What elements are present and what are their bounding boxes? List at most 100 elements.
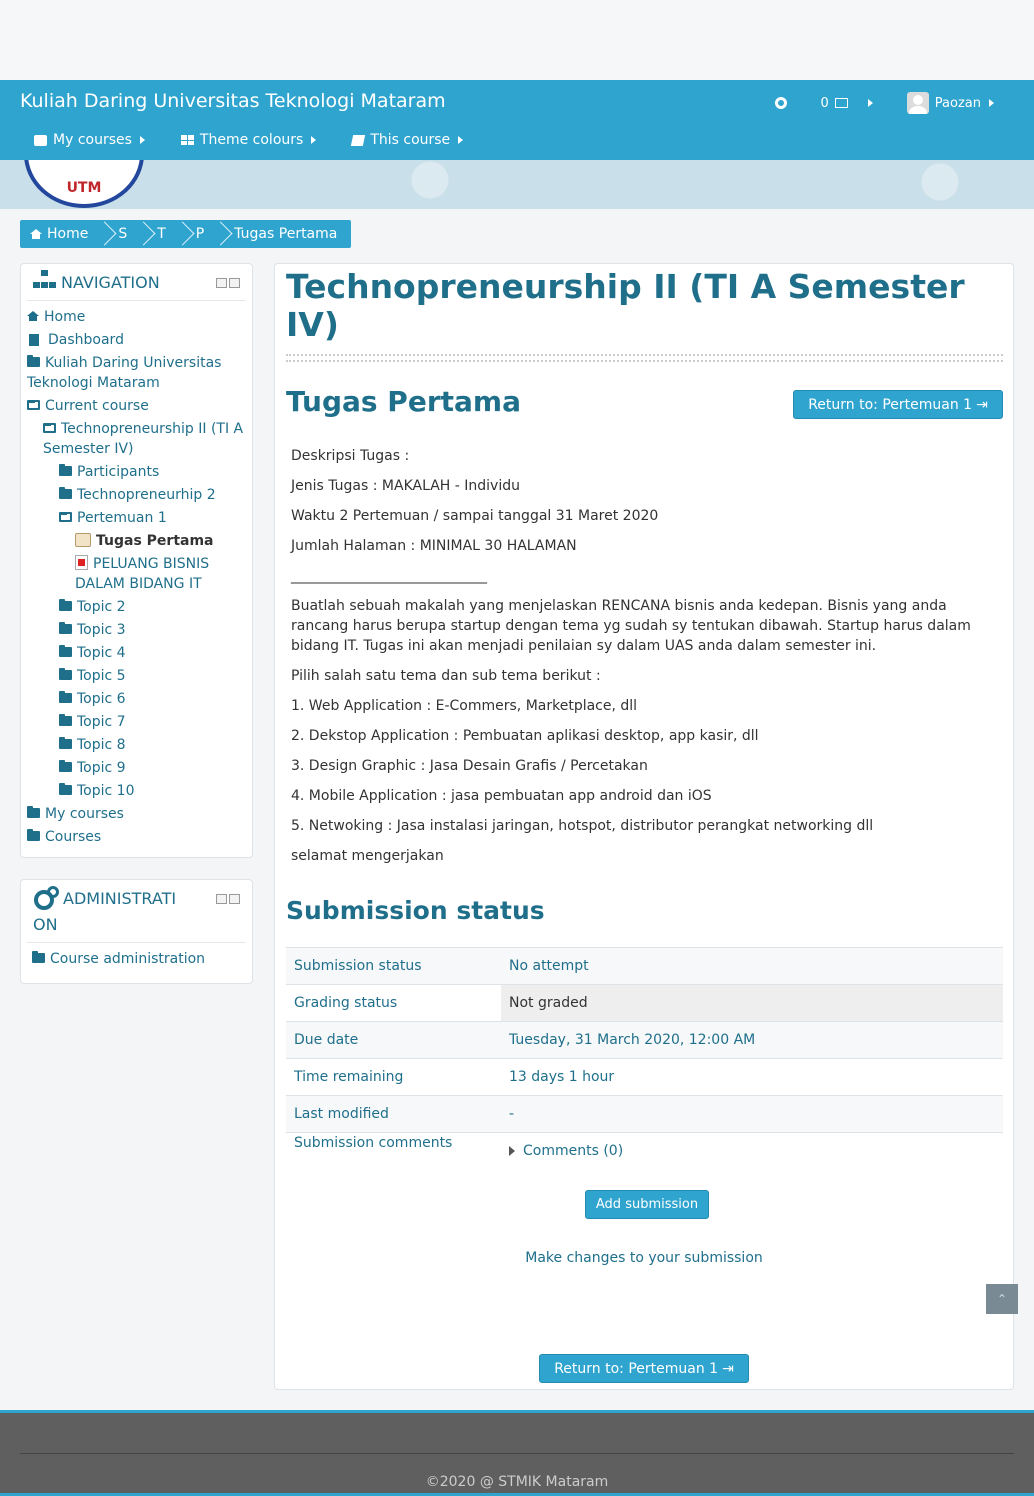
menu-theme-colours[interactable]: Theme colours <box>180 132 317 148</box>
menu-this-course[interactable]: This course <box>351 132 464 148</box>
collapse-block-icon[interactable] <box>216 894 227 904</box>
description-paragraph: selamat mengerjakan <box>291 848 444 864</box>
logo-text: UTM <box>66 180 102 196</box>
course-title: Technopreneurship II (TI A Semester IV) <box>286 267 965 344</box>
nav-topic-5[interactable]: Topic 5 <box>27 666 244 686</box>
messages-count: 0 <box>820 95 829 111</box>
user-menu[interactable]: Paozan <box>906 92 994 114</box>
nav-courses-label: Courses <box>45 829 102 845</box>
block-controls <box>216 278 240 288</box>
dock-block-icon[interactable] <box>229 894 240 904</box>
nav-my-courses[interactable]: My courses <box>27 804 244 824</box>
breadcrumb-p[interactable]: P <box>196 226 204 242</box>
nav-course-administration-label: Course administration <box>50 951 206 967</box>
caret-right-icon <box>458 136 464 144</box>
nav-tugas-pertama[interactable]: Tugas Pertama <box>27 531 244 551</box>
return-to-section-button-bottom[interactable]: Return to: Pertemuan 1 ⇥ <box>539 1354 749 1383</box>
nav-topic-9[interactable]: Topic 9 <box>27 758 244 778</box>
description-paragraph: 3. Design Graphic : Jasa Desain Grafis /… <box>291 758 648 774</box>
administration-block-title: ADMINISTRATI ON <box>33 886 216 938</box>
nav-participants[interactable]: Participants <box>27 462 244 482</box>
site-logo[interactable]: UTM <box>24 160 144 208</box>
navigation-block: NAVIGATION Home Dashboard Kuliah Daring … <box>20 263 253 858</box>
nav-topic-8[interactable]: Topic 8 <box>27 735 244 755</box>
nav-site[interactable]: Kuliah Daring Universitas Teknologi Mata… <box>27 353 244 393</box>
nav-topic-2[interactable]: Topic 2 <box>27 597 244 617</box>
nav-topic-label: Topic 8 <box>77 737 126 753</box>
sign-in-icon: ⇥ <box>976 396 988 413</box>
nav-peluang[interactable]: PELUANG BISNIS DALAM BIDANG IT <box>27 554 244 594</box>
nav-current-course[interactable]: Current course <box>27 396 244 416</box>
nav-topic-4[interactable]: Topic 4 <box>27 643 244 663</box>
navigation-tree: Home Dashboard Kuliah Daring Universitas… <box>21 301 252 860</box>
folder-icon <box>59 464 72 476</box>
table-row: Time remaining 13 days 1 hour <box>286 1058 1003 1096</box>
folder-icon <box>59 783 72 795</box>
description-paragraph: 2. Dekstop Application : Pembuatan aplik… <box>291 728 759 744</box>
folder-icon <box>27 806 40 818</box>
nav-topic-label: Topic 7 <box>77 714 126 730</box>
nav-topic-6[interactable]: Topic 6 <box>27 689 244 709</box>
row-value: - <box>501 1095 1003 1133</box>
pdf-icon <box>75 555 88 570</box>
chevron-up-icon: ⌃ <box>996 1292 1008 1306</box>
navigation-block-title: NAVIGATION <box>61 273 160 292</box>
caret-right-icon <box>989 99 994 107</box>
nav-course-administration[interactable]: Course administration <box>32 949 244 969</box>
footer-copyright: ©2020 @ STMIK Mataram <box>425 1474 609 1490</box>
nav-topic-10[interactable]: Topic 10 <box>27 781 244 801</box>
administration-tree: Course administration <box>21 943 252 982</box>
breadcrumb-separator <box>212 220 226 248</box>
nav-courses[interactable]: Courses <box>27 827 244 847</box>
row-label: Grading status <box>286 984 501 1022</box>
breadcrumb-home[interactable]: Home <box>30 226 88 242</box>
help-menu[interactable] <box>774 97 787 109</box>
menu-my-courses[interactable]: My courses <box>34 132 145 148</box>
nav-home-label: Home <box>44 309 86 325</box>
add-submission-button[interactable]: Add submission <box>585 1190 709 1219</box>
nav-technopreneurhip2[interactable]: Technopreneurhip 2 <box>27 485 244 505</box>
nav-topic-3[interactable]: Topic 3 <box>27 620 244 640</box>
description-paragraph: 5. Netwoking : Jasa instalasi jaringan, … <box>291 818 874 834</box>
nav-participants-label: Participants <box>77 464 160 480</box>
nav-topic-label: Topic 9 <box>77 760 126 776</box>
folder-icon <box>59 487 72 499</box>
user-name: Paozan <box>934 95 981 111</box>
nav-technopreneurhip2-label: Technopreneurhip 2 <box>77 487 216 503</box>
breadcrumb-current[interactable]: Tugas Pertama <box>234 226 337 242</box>
nav-topic-label: Topic 3 <box>77 622 126 638</box>
nav-topic-label: Topic 5 <box>77 668 126 684</box>
nav-course[interactable]: Technopreneurship II (TI A Semester IV) <box>27 419 244 459</box>
collapse-block-icon[interactable] <box>216 278 227 288</box>
nav-peluang-label: PELUANG BISNIS DALAM BIDANG IT <box>75 554 244 594</box>
folder-icon <box>27 829 40 841</box>
messages-menu[interactable]: 0 <box>821 96 873 111</box>
site-brand[interactable]: Kuliah Daring Universitas Teknologi Mata… <box>20 90 446 112</box>
sign-in-icon: ⇥ <box>722 1360 734 1377</box>
breadcrumb-home-label: Home <box>47 226 89 242</box>
comments-toggle[interactable]: Comments (0) <box>509 1143 995 1159</box>
breadcrumb-separator <box>96 220 110 248</box>
nav-topic-label: Topic 4 <box>77 645 126 661</box>
nav-my-courses-label: My courses <box>45 806 124 822</box>
breadcrumb-s[interactable]: S <box>118 226 127 242</box>
nav-home[interactable]: Home <box>27 307 244 327</box>
folder-icon <box>59 599 72 611</box>
back-to-top-button[interactable]: ⌃ <box>986 1284 1018 1314</box>
administration-block: ADMINISTRATI ON Course administration <box>20 879 253 984</box>
nav-topic-7[interactable]: Topic 7 <box>27 712 244 732</box>
table-row: Submission status No attempt <box>286 947 1003 985</box>
book-icon <box>351 134 366 146</box>
return-to-section-button[interactable]: Return to: Pertemuan 1 ⇥ <box>793 390 1003 419</box>
life-ring-icon <box>774 97 787 109</box>
home-icon <box>30 229 42 239</box>
dock-block-icon[interactable] <box>229 278 240 288</box>
submission-status-heading: Submission status <box>286 896 545 925</box>
nav-pertemuan1[interactable]: Pertemuan 1 <box>27 508 244 528</box>
breadcrumb-t[interactable]: T <box>157 226 166 242</box>
folder-icon <box>59 714 72 726</box>
nav-site-text: Kuliah Daring Universitas Teknologi Mata… <box>27 355 222 391</box>
folder-icon <box>32 951 45 963</box>
description-paragraph: Waktu 2 Pertemuan / sampai tanggal 31 Ma… <box>291 508 659 524</box>
nav-dashboard[interactable]: Dashboard <box>27 330 244 350</box>
